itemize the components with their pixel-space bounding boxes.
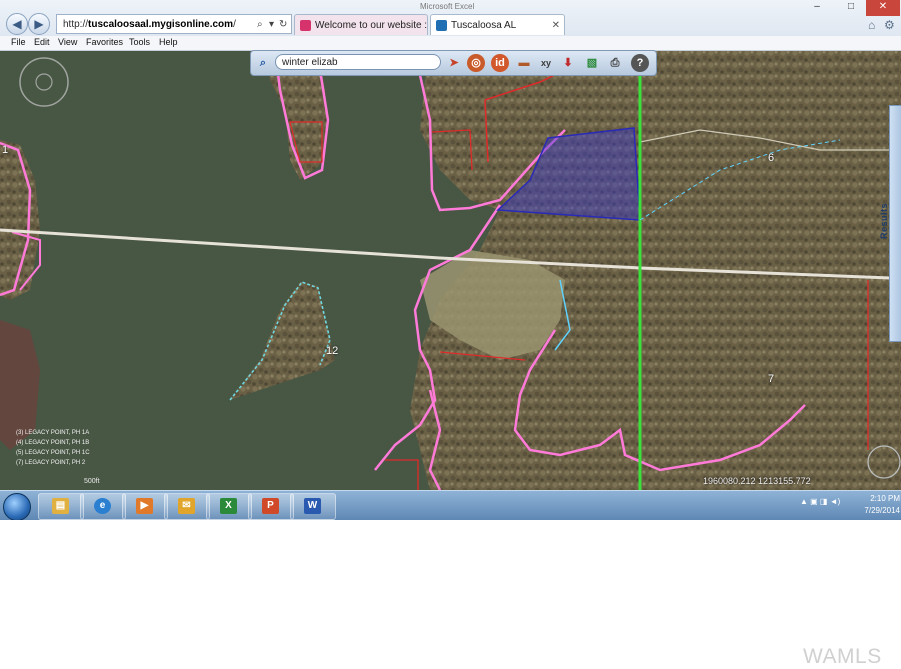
menu-edit[interactable]: Edit (34, 37, 50, 47)
internet-explorer-icon[interactable]: e (80, 493, 126, 520)
results-tab-label: Results (879, 202, 890, 240)
tab-label: Welcome to our website : TUS... (315, 20, 428, 31)
scale-bar-label: 500ft (84, 478, 100, 485)
dropdown-icon[interactable]: ▾ (269, 15, 274, 35)
screenshot-frame: 6 7 12 1 (3) LEGACY POINT, PH 1A (4) LEG… (0, 0, 901, 520)
close-window-button[interactable]: ✕ (866, 0, 900, 16)
tab-tuscaloosa[interactable]: Tuscaloosa AL ✕ (430, 14, 565, 35)
parcel-label-6[interactable]: 6 (768, 152, 774, 164)
parcel-label-7[interactable]: 7 (768, 373, 774, 385)
browser-titlebar: Microsoft Excel ◀ ▶ http://tuscaloosaal.… (0, 0, 901, 37)
back-button[interactable]: ◀ (6, 13, 28, 35)
pointer-icon[interactable]: ➤ (445, 54, 463, 72)
powerpoint-icon[interactable]: P (248, 493, 294, 520)
site-favicon-icon (300, 20, 311, 31)
outlook-icon[interactable]: ✉ (164, 493, 210, 520)
window-title: Microsoft Excel (420, 2, 475, 11)
start-button[interactable] (3, 493, 31, 520)
pin-icon[interactable]: ⬇ (559, 54, 577, 72)
id-icon[interactable]: id (491, 54, 509, 72)
site-favicon-icon (436, 20, 447, 31)
address-prefix: http:// (63, 19, 89, 30)
tab-label: Tuscaloosa AL (451, 20, 517, 31)
help-icon[interactable]: ? (631, 54, 649, 72)
maximize-button[interactable]: □ (834, 0, 868, 16)
layers-map-icon[interactable]: ▧ (583, 54, 601, 72)
search-icon[interactable]: ⌕ (257, 15, 263, 35)
media-player-icon[interactable]: ▶ (122, 493, 168, 520)
menu-bar: File Edit View Favorites Tools Help (0, 36, 901, 51)
close-tab-icon[interactable]: ✕ (552, 15, 560, 35)
parcel-search-input[interactable]: winter elizab (275, 54, 441, 70)
settings-gear-icon[interactable]: ⚙ (884, 18, 895, 32)
watermark: WAMLS (803, 645, 882, 668)
address-suffix: / (233, 19, 236, 30)
system-tray-icons[interactable]: ▲ ▣ ◨ ◄) (800, 497, 840, 506)
menu-help[interactable]: Help (159, 37, 178, 47)
gis-toolbar: ⌕ winter elizab ➤ ◎ id ▬ xy ⬇ ▧ ⎙ ? (250, 50, 657, 76)
parcel-label-12[interactable]: 12 (326, 345, 338, 357)
parcel-label-1[interactable]: 1 (2, 144, 8, 156)
tab-welcome[interactable]: Welcome to our website : TUS... (294, 14, 428, 35)
forward-button[interactable]: ▶ (28, 13, 50, 35)
results-panel-tab[interactable]: Results (879, 105, 901, 342)
menu-view[interactable]: View (58, 37, 77, 47)
identify-target-icon[interactable]: ◎ (467, 54, 485, 72)
legend-row: (4) LEGACY POINT, PH 1B (16, 440, 90, 446)
address-host: tuscaloosaal.mygisonline.com (88, 19, 234, 30)
menu-tools[interactable]: Tools (129, 37, 150, 47)
excel-icon[interactable]: X (206, 493, 252, 520)
home-icon[interactable]: ⌂ (868, 18, 875, 32)
taskbar-clock[interactable]: 2:10 PM 7/29/2014 (856, 493, 900, 517)
menu-file[interactable]: File (11, 37, 26, 47)
legend-row: (5) LEGACY POINT, PH 1C (16, 450, 90, 456)
clock-time: 2:10 PM (870, 494, 900, 503)
refresh-icon[interactable]: ↻ (279, 15, 287, 35)
xy-coordinate-icon[interactable]: xy (537, 54, 555, 72)
search-icon[interactable]: ⌕ (254, 54, 272, 72)
explorer-folder-icon[interactable]: ▤ (38, 493, 84, 520)
legend-row: (7) LEGACY POINT, PH 2 (16, 460, 86, 466)
print-icon[interactable]: ⎙ (606, 54, 624, 72)
legend-row: (3) LEGACY POINT, PH 1A (16, 430, 90, 436)
clock-date: 7/29/2014 (864, 506, 900, 515)
coordinate-readout: 1960080.212 1213155.772 (703, 476, 811, 486)
minimize-button[interactable]: – (800, 0, 834, 16)
windows-taskbar: ▤ e ▶ ✉ X P W ▲ ▣ ◨ ◄) 2:10 PM 7/29/2014 (0, 490, 901, 520)
menu-favorites[interactable]: Favorites (86, 37, 123, 47)
word-icon[interactable]: W (290, 493, 336, 520)
measure-ruler-icon[interactable]: ▬ (515, 54, 533, 72)
address-bar[interactable]: http://tuscaloosaal.mygisonline.com/ ⌕ ▾… (56, 14, 292, 34)
gis-map[interactable] (0, 50, 901, 490)
